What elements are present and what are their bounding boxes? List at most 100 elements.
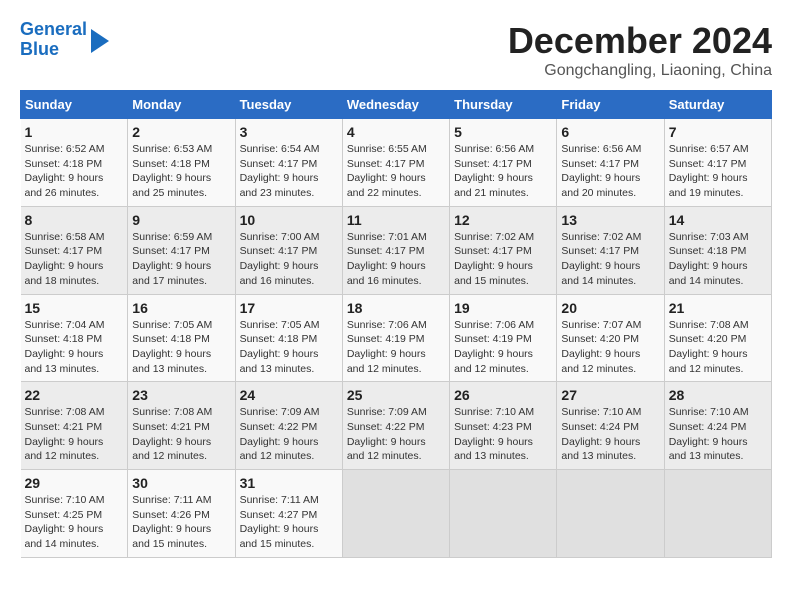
weekday-header-sunday: Sunday — [21, 91, 128, 119]
day-number: 11 — [347, 212, 445, 228]
day-info: Sunrise: 7:10 AM Sunset: 4:23 PM Dayligh… — [454, 405, 552, 464]
calendar-cell: 22 Sunrise: 7:08 AM Sunset: 4:21 PM Dayl… — [21, 382, 128, 470]
calendar-header: SundayMondayTuesdayWednesdayThursdayFrid… — [21, 91, 772, 119]
weekday-header-row: SundayMondayTuesdayWednesdayThursdayFrid… — [21, 91, 772, 119]
day-number: 13 — [561, 212, 659, 228]
day-info: Sunrise: 6:57 AM Sunset: 4:17 PM Dayligh… — [669, 142, 767, 201]
calendar-cell: 4 Sunrise: 6:55 AM Sunset: 4:17 PM Dayli… — [342, 119, 449, 207]
logo: GeneralBlue — [20, 20, 109, 60]
calendar-cell: 1 Sunrise: 6:52 AM Sunset: 4:18 PM Dayli… — [21, 119, 128, 207]
day-info: Sunrise: 6:58 AM Sunset: 4:17 PM Dayligh… — [25, 230, 124, 289]
calendar-cell: 28 Sunrise: 7:10 AM Sunset: 4:24 PM Dayl… — [664, 382, 771, 470]
calendar-week-row: 8 Sunrise: 6:58 AM Sunset: 4:17 PM Dayli… — [21, 206, 772, 294]
logo-arrow-icon — [91, 29, 109, 53]
day-number: 22 — [25, 387, 124, 403]
calendar-cell: 30 Sunrise: 7:11 AM Sunset: 4:26 PM Dayl… — [128, 470, 235, 558]
calendar-cell: 9 Sunrise: 6:59 AM Sunset: 4:17 PM Dayli… — [128, 206, 235, 294]
calendar-cell — [557, 470, 664, 558]
calendar-cell: 31 Sunrise: 7:11 AM Sunset: 4:27 PM Dayl… — [235, 470, 342, 558]
calendar-cell: 16 Sunrise: 7:05 AM Sunset: 4:18 PM Dayl… — [128, 294, 235, 382]
day-info: Sunrise: 6:53 AM Sunset: 4:18 PM Dayligh… — [132, 142, 230, 201]
calendar-week-row: 29 Sunrise: 7:10 AM Sunset: 4:25 PM Dayl… — [21, 470, 772, 558]
location-subtitle: Gongchangling, Liaoning, China — [508, 62, 772, 80]
day-number: 16 — [132, 300, 230, 316]
day-number: 5 — [454, 124, 552, 140]
calendar-cell: 3 Sunrise: 6:54 AM Sunset: 4:17 PM Dayli… — [235, 119, 342, 207]
day-number: 20 — [561, 300, 659, 316]
weekday-header-friday: Friday — [557, 91, 664, 119]
day-number: 10 — [240, 212, 338, 228]
calendar-cell: 17 Sunrise: 7:05 AM Sunset: 4:18 PM Dayl… — [235, 294, 342, 382]
day-info: Sunrise: 6:54 AM Sunset: 4:17 PM Dayligh… — [240, 142, 338, 201]
day-number: 29 — [25, 475, 124, 491]
calendar-cell: 23 Sunrise: 7:08 AM Sunset: 4:21 PM Dayl… — [128, 382, 235, 470]
page-header: GeneralBlue December 2024 Gongchangling,… — [20, 20, 772, 80]
day-number: 12 — [454, 212, 552, 228]
calendar-cell: 24 Sunrise: 7:09 AM Sunset: 4:22 PM Dayl… — [235, 382, 342, 470]
day-info: Sunrise: 7:05 AM Sunset: 4:18 PM Dayligh… — [132, 318, 230, 377]
calendar-week-row: 22 Sunrise: 7:08 AM Sunset: 4:21 PM Dayl… — [21, 382, 772, 470]
day-info: Sunrise: 7:11 AM Sunset: 4:27 PM Dayligh… — [240, 493, 338, 552]
calendar-cell: 25 Sunrise: 7:09 AM Sunset: 4:22 PM Dayl… — [342, 382, 449, 470]
calendar-week-row: 15 Sunrise: 7:04 AM Sunset: 4:18 PM Dayl… — [21, 294, 772, 382]
calendar-cell — [450, 470, 557, 558]
day-number: 4 — [347, 124, 445, 140]
day-info: Sunrise: 6:59 AM Sunset: 4:17 PM Dayligh… — [132, 230, 230, 289]
calendar-week-row: 1 Sunrise: 6:52 AM Sunset: 4:18 PM Dayli… — [21, 119, 772, 207]
day-info: Sunrise: 7:08 AM Sunset: 4:21 PM Dayligh… — [132, 405, 230, 464]
weekday-header-saturday: Saturday — [664, 91, 771, 119]
calendar-table: SundayMondayTuesdayWednesdayThursdayFrid… — [20, 90, 772, 558]
day-number: 19 — [454, 300, 552, 316]
calendar-cell: 27 Sunrise: 7:10 AM Sunset: 4:24 PM Dayl… — [557, 382, 664, 470]
day-number: 7 — [669, 124, 767, 140]
day-number: 17 — [240, 300, 338, 316]
day-info: Sunrise: 7:02 AM Sunset: 4:17 PM Dayligh… — [454, 230, 552, 289]
weekday-header-tuesday: Tuesday — [235, 91, 342, 119]
calendar-cell: 21 Sunrise: 7:08 AM Sunset: 4:20 PM Dayl… — [664, 294, 771, 382]
calendar-body: 1 Sunrise: 6:52 AM Sunset: 4:18 PM Dayli… — [21, 119, 772, 558]
day-number: 18 — [347, 300, 445, 316]
day-number: 27 — [561, 387, 659, 403]
calendar-cell: 26 Sunrise: 7:10 AM Sunset: 4:23 PM Dayl… — [450, 382, 557, 470]
calendar-cell: 18 Sunrise: 7:06 AM Sunset: 4:19 PM Dayl… — [342, 294, 449, 382]
calendar-cell: 14 Sunrise: 7:03 AM Sunset: 4:18 PM Dayl… — [664, 206, 771, 294]
day-info: Sunrise: 6:55 AM Sunset: 4:17 PM Dayligh… — [347, 142, 445, 201]
day-info: Sunrise: 7:08 AM Sunset: 4:21 PM Dayligh… — [25, 405, 124, 464]
title-area: December 2024 Gongchangling, Liaoning, C… — [508, 20, 772, 80]
calendar-cell: 19 Sunrise: 7:06 AM Sunset: 4:19 PM Dayl… — [450, 294, 557, 382]
day-info: Sunrise: 6:56 AM Sunset: 4:17 PM Dayligh… — [561, 142, 659, 201]
calendar-cell: 20 Sunrise: 7:07 AM Sunset: 4:20 PM Dayl… — [557, 294, 664, 382]
day-info: Sunrise: 7:06 AM Sunset: 4:19 PM Dayligh… — [347, 318, 445, 377]
day-number: 1 — [25, 124, 124, 140]
day-number: 15 — [25, 300, 124, 316]
calendar-cell: 12 Sunrise: 7:02 AM Sunset: 4:17 PM Dayl… — [450, 206, 557, 294]
day-info: Sunrise: 7:08 AM Sunset: 4:20 PM Dayligh… — [669, 318, 767, 377]
day-number: 24 — [240, 387, 338, 403]
day-number: 6 — [561, 124, 659, 140]
calendar-cell: 8 Sunrise: 6:58 AM Sunset: 4:17 PM Dayli… — [21, 206, 128, 294]
weekday-header-wednesday: Wednesday — [342, 91, 449, 119]
calendar-cell: 5 Sunrise: 6:56 AM Sunset: 4:17 PM Dayli… — [450, 119, 557, 207]
calendar-cell: 29 Sunrise: 7:10 AM Sunset: 4:25 PM Dayl… — [21, 470, 128, 558]
day-number: 23 — [132, 387, 230, 403]
calendar-cell: 10 Sunrise: 7:00 AM Sunset: 4:17 PM Dayl… — [235, 206, 342, 294]
day-number: 25 — [347, 387, 445, 403]
calendar-cell: 6 Sunrise: 6:56 AM Sunset: 4:17 PM Dayli… — [557, 119, 664, 207]
calendar-cell — [664, 470, 771, 558]
day-info: Sunrise: 7:04 AM Sunset: 4:18 PM Dayligh… — [25, 318, 124, 377]
month-title: December 2024 — [508, 20, 772, 62]
day-info: Sunrise: 7:03 AM Sunset: 4:18 PM Dayligh… — [669, 230, 767, 289]
day-number: 2 — [132, 124, 230, 140]
day-number: 3 — [240, 124, 338, 140]
day-info: Sunrise: 7:01 AM Sunset: 4:17 PM Dayligh… — [347, 230, 445, 289]
day-info: Sunrise: 7:09 AM Sunset: 4:22 PM Dayligh… — [347, 405, 445, 464]
day-info: Sunrise: 7:05 AM Sunset: 4:18 PM Dayligh… — [240, 318, 338, 377]
calendar-cell: 15 Sunrise: 7:04 AM Sunset: 4:18 PM Dayl… — [21, 294, 128, 382]
day-info: Sunrise: 7:10 AM Sunset: 4:25 PM Dayligh… — [25, 493, 124, 552]
calendar-cell: 2 Sunrise: 6:53 AM Sunset: 4:18 PM Dayli… — [128, 119, 235, 207]
calendar-cell: 7 Sunrise: 6:57 AM Sunset: 4:17 PM Dayli… — [664, 119, 771, 207]
day-info: Sunrise: 7:10 AM Sunset: 4:24 PM Dayligh… — [669, 405, 767, 464]
day-info: Sunrise: 7:02 AM Sunset: 4:17 PM Dayligh… — [561, 230, 659, 289]
weekday-header-monday: Monday — [128, 91, 235, 119]
day-info: Sunrise: 7:07 AM Sunset: 4:20 PM Dayligh… — [561, 318, 659, 377]
